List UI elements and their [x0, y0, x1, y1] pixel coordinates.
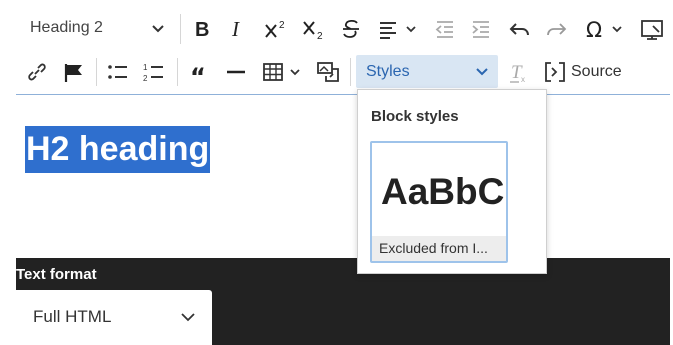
omega-icon: Ω: [586, 18, 622, 41]
chevron-down-icon: [476, 68, 488, 76]
italic-icon: I: [231, 19, 240, 39]
styles-dropdown-label: Styles: [366, 63, 410, 80]
link-icon: [28, 63, 46, 81]
redo-icon: [547, 23, 567, 36]
separator: [177, 58, 178, 86]
heading-select-label: Heading 2: [30, 19, 103, 36]
indent-button[interactable]: [468, 14, 494, 44]
svg-text:x: x: [521, 75, 525, 83]
separator: [96, 58, 97, 86]
separator: [180, 14, 181, 44]
insert-table-dropdown[interactable]: [260, 58, 310, 86]
strikethrough-button[interactable]: [338, 14, 364, 44]
chevron-down-icon: [181, 313, 195, 322]
anchor-button[interactable]: [60, 58, 88, 86]
svg-text:Ω: Ω: [586, 18, 602, 41]
media-icon: [317, 62, 339, 82]
outdent-button[interactable]: [432, 14, 458, 44]
style-caption: Excluded from I...: [372, 236, 506, 261]
source-button[interactable]: Source: [543, 57, 622, 87]
chevron-down-icon: [152, 25, 164, 33]
flag-icon: [64, 64, 82, 82]
remove-format-button[interactable]: Tx: [506, 58, 532, 86]
horizontal-line-button[interactable]: [222, 58, 250, 86]
selected-h2-heading[interactable]: H2 heading: [25, 126, 211, 173]
svg-text:“: “: [190, 63, 206, 83]
source-button-label: Source: [571, 63, 622, 80]
svg-text:1: 1: [143, 63, 148, 72]
style-caption-text: Excluded from I...: [379, 240, 488, 256]
block-styles-title: Block styles: [371, 108, 459, 125]
table-icon: [263, 63, 300, 81]
svg-text:2: 2: [279, 20, 285, 31]
bold-icon: B: [195, 19, 209, 39]
text-format-select[interactable]: Full HTML: [16, 290, 212, 345]
indent-icon: [472, 21, 489, 38]
maximize-button[interactable]: [638, 14, 666, 44]
subscript-icon: 2: [303, 21, 323, 41]
blockquote-icon: “: [190, 63, 206, 83]
maximize-icon: [641, 20, 663, 40]
svg-text:I: I: [231, 19, 240, 39]
undo-icon: [509, 23, 529, 36]
text-format-value: Full HTML: [33, 307, 112, 326]
bulleted-list-icon: [108, 65, 127, 79]
svg-text:2: 2: [317, 31, 323, 41]
align-left-icon: [380, 22, 416, 39]
subscript-button[interactable]: 2: [300, 14, 330, 44]
superscript-button[interactable]: 2: [262, 14, 292, 44]
numbered-list-icon: 12: [143, 63, 163, 83]
separator: [350, 58, 351, 86]
editor-content-area[interactable]: H2 heading: [16, 94, 670, 259]
italic-button[interactable]: I: [226, 14, 250, 44]
editor-toolbar: Heading 2 B I 2 2 Ω 1 2 “ Styles T x Sou…: [0, 0, 673, 94]
svg-text:2: 2: [143, 74, 148, 83]
link-button[interactable]: [24, 58, 50, 86]
bulleted-list-button[interactable]: [104, 58, 132, 86]
strikethrough-icon: [343, 19, 359, 38]
superscript-icon: 2: [265, 20, 285, 38]
undo-button[interactable]: [506, 14, 532, 44]
styles-dropdown[interactable]: Styles: [356, 55, 498, 88]
horizontal-line-icon: [227, 70, 245, 74]
text-format-label: Text format: [16, 266, 97, 283]
alignment-dropdown[interactable]: [376, 14, 422, 44]
styles-dropdown-panel: Block styles AaBbC Excluded from I...: [357, 89, 547, 274]
blockquote-button[interactable]: “: [186, 58, 214, 86]
redo-button[interactable]: [544, 14, 570, 44]
special-characters-dropdown[interactable]: Ω: [582, 14, 628, 44]
style-preview-text: AaBbC: [381, 171, 505, 212]
outdent-icon: [435, 21, 453, 38]
insert-media-button[interactable]: [314, 58, 344, 86]
style-option-card[interactable]: AaBbC Excluded from I...: [370, 141, 508, 263]
remove-format-icon: Tx: [510, 62, 525, 83]
svg-text:B: B: [195, 19, 209, 39]
heading-select[interactable]: Heading 2: [16, 12, 178, 46]
bold-button[interactable]: B: [190, 14, 214, 44]
numbered-list-button[interactable]: 12: [140, 58, 168, 86]
source-icon: [545, 62, 565, 82]
